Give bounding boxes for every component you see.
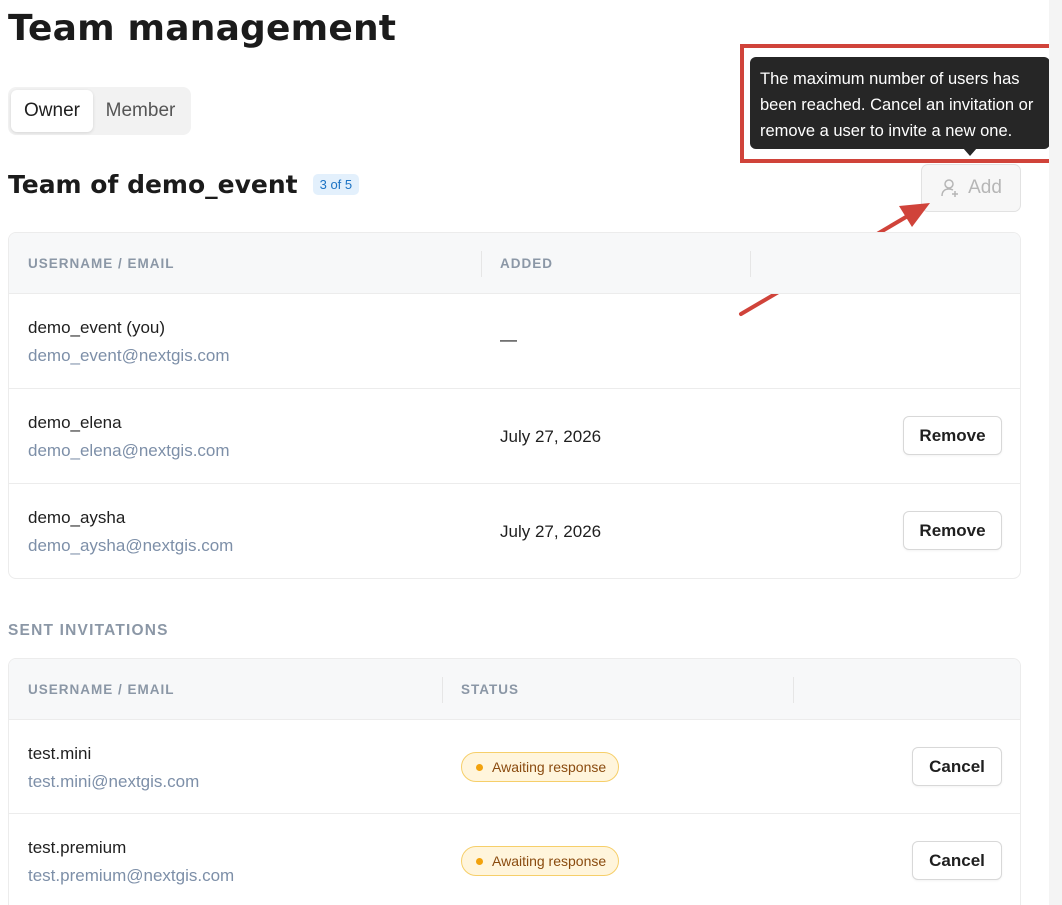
tab-member[interactable]: Member [93, 90, 188, 132]
col-username-email: USERNAME / EMAIL [28, 682, 175, 697]
tab-owner[interactable]: Owner [11, 90, 93, 132]
col-status: STATUS [461, 682, 519, 697]
invitations-table: USERNAME / EMAIL STATUS test.mini test.m… [8, 658, 1021, 905]
status-badge: Awaiting response [461, 752, 620, 782]
remove-member-button[interactable]: Remove [903, 511, 1002, 550]
col-username-email: USERNAME / EMAIL [28, 256, 175, 271]
column-divider [750, 251, 751, 277]
member-count-badge: 3 of 5 [312, 174, 360, 195]
member-username: demo_aysha [28, 508, 126, 527]
team-header: Team of demo_event 3 of 5 [8, 170, 360, 199]
page-title: Team management [8, 8, 397, 49]
member-email: demo_aysha@nextgis.com [28, 536, 234, 555]
invite-username: test.premium [28, 838, 127, 857]
table-row: demo_aysha demo_aysha@nextgis.com July 2… [9, 484, 1020, 578]
members-table: USERNAME / EMAIL ADDED demo_event (you) … [8, 232, 1021, 579]
add-button-label: Add [968, 177, 1002, 198]
column-divider [793, 677, 794, 703]
invite-username: test.mini [28, 744, 92, 763]
table-row: demo_event (you) demo_event@nextgis.com … [9, 294, 1020, 389]
invite-email: test.premium@nextgis.com [28, 866, 235, 885]
role-tabs: Owner Member [8, 87, 191, 135]
column-divider [442, 677, 443, 703]
member-added-date: July 27, 2026 [500, 522, 602, 541]
add-user-button[interactable]: Add [921, 164, 1021, 212]
member-username: demo_elena [28, 413, 122, 432]
status-label: Awaiting response [492, 759, 607, 775]
invite-email: test.mini@nextgis.com [28, 772, 200, 791]
cancel-invitation-button[interactable]: Cancel [912, 841, 1002, 880]
table-row: demo_elena demo_elena@nextgis.com July 2… [9, 389, 1020, 484]
member-username: demo_event (you) [28, 318, 166, 337]
status-dot-icon [476, 763, 483, 771]
table-row: test.premium test.premium@nextgis.com Aw… [9, 814, 1020, 905]
status-dot-icon [476, 857, 483, 865]
members-table-header: USERNAME / EMAIL ADDED [9, 233, 1020, 294]
team-title: Team of demo_event [8, 170, 298, 199]
scrollbar[interactable] [1049, 0, 1062, 905]
col-added: ADDED [500, 256, 554, 271]
remove-member-button[interactable]: Remove [903, 416, 1002, 455]
member-added-date: — [500, 330, 517, 349]
member-email: demo_event@nextgis.com [28, 346, 230, 365]
column-divider [481, 251, 482, 277]
member-email: demo_elena@nextgis.com [28, 441, 230, 460]
user-add-icon [941, 179, 959, 197]
status-badge: Awaiting response [461, 846, 620, 876]
member-added-date: July 27, 2026 [500, 427, 602, 446]
status-label: Awaiting response [492, 853, 607, 869]
cancel-invitation-button[interactable]: Cancel [912, 747, 1002, 786]
annotation-highlight-box [740, 44, 1061, 163]
sent-invitations-title: SENT INVITATIONS [8, 622, 169, 639]
table-row: test.mini test.mini@nextgis.com Awaiting… [9, 720, 1020, 814]
invitations-table-header: USERNAME / EMAIL STATUS [9, 659, 1020, 720]
